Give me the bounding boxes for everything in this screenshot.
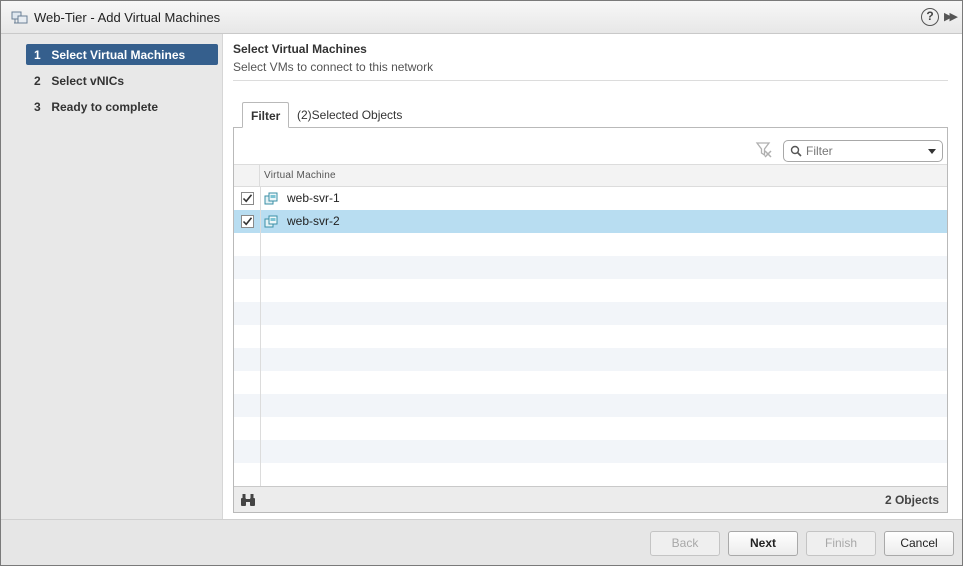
dialog-title: Web-Tier - Add Virtual Machines bbox=[34, 10, 221, 25]
vm-name: web-svr-1 bbox=[287, 191, 340, 205]
wizard-steps: 1 Select Virtual Machines 2 Select vNICs… bbox=[1, 34, 223, 519]
vm-icon bbox=[264, 192, 278, 205]
tab-selected-objects[interactable]: (2)Selected Objects bbox=[289, 102, 410, 128]
step-number: 1 bbox=[34, 48, 41, 62]
filter-combo[interactable] bbox=[783, 140, 943, 162]
main-panel: Select Virtual Machines Select VMs to co… bbox=[233, 34, 948, 519]
row-checkbox[interactable] bbox=[241, 192, 254, 205]
help-button[interactable]: ? bbox=[921, 8, 939, 26]
row-checkbox[interactable] bbox=[241, 215, 254, 228]
title-bar: Web-Tier - Add Virtual Machines ? ▶▶ bbox=[1, 1, 962, 34]
page-subtitle: Select VMs to connect to this network bbox=[233, 60, 434, 74]
checkbox-column-header bbox=[234, 165, 260, 186]
grid-header: Virtual Machine bbox=[234, 164, 947, 187]
next-button[interactable]: Next bbox=[728, 531, 798, 556]
empty-row bbox=[234, 233, 947, 256]
back-button[interactable]: Back bbox=[650, 531, 720, 556]
step-select-virtual-machines[interactable]: 1 Select Virtual Machines bbox=[26, 44, 218, 65]
step-label: Select vNICs bbox=[51, 74, 125, 88]
network-icon bbox=[11, 10, 29, 26]
step-number: 2 bbox=[34, 74, 41, 88]
table-row[interactable]: web-svr-1 bbox=[234, 187, 947, 210]
cancel-button[interactable]: Cancel bbox=[884, 531, 954, 556]
empty-row bbox=[234, 440, 947, 463]
step-label: Select Virtual Machines bbox=[51, 48, 186, 62]
empty-row bbox=[234, 348, 947, 371]
page-title: Select Virtual Machines bbox=[233, 42, 367, 56]
expand-icon[interactable]: ▶▶ bbox=[944, 10, 958, 23]
empty-row bbox=[234, 371, 947, 394]
chevron-down-icon[interactable] bbox=[928, 149, 936, 154]
grid-toolbar bbox=[234, 128, 947, 164]
add-vms-dialog: Web-Tier - Add Virtual Machines ? ▶▶ 1 S… bbox=[0, 0, 963, 566]
object-count: 2 Objects bbox=[884, 493, 939, 507]
vm-icon bbox=[264, 215, 278, 228]
empty-row bbox=[234, 463, 947, 486]
vm-name: web-svr-2 bbox=[287, 214, 340, 228]
tab-filter[interactable]: Filter bbox=[242, 102, 290, 128]
step-label: Ready to complete bbox=[51, 100, 159, 114]
empty-row bbox=[234, 325, 947, 348]
vm-grid: Virtual Machine web-svr-1 bbox=[233, 127, 948, 513]
grid-rows: web-svr-1 web-svr-2 bbox=[234, 187, 947, 486]
column-divider bbox=[260, 187, 261, 486]
clear-filter-icon[interactable] bbox=[755, 141, 773, 159]
button-bar: Back Next Finish Cancel bbox=[1, 519, 962, 565]
filter-input[interactable] bbox=[806, 143, 916, 159]
column-header-virtual-machine[interactable]: Virtual Machine bbox=[264, 170, 336, 181]
step-ready-to-complete[interactable]: 3 Ready to complete bbox=[26, 96, 218, 117]
step-number: 3 bbox=[34, 100, 41, 114]
binoculars-icon[interactable] bbox=[240, 493, 256, 507]
table-row[interactable]: web-svr-2 bbox=[234, 210, 947, 233]
grid-footer: 2 Objects bbox=[234, 486, 947, 512]
empty-row bbox=[234, 302, 947, 325]
search-icon bbox=[790, 145, 802, 157]
empty-row bbox=[234, 256, 947, 279]
empty-row bbox=[234, 417, 947, 440]
empty-row bbox=[234, 279, 947, 302]
divider bbox=[233, 80, 948, 81]
finish-button[interactable]: Finish bbox=[806, 531, 876, 556]
empty-row bbox=[234, 394, 947, 417]
step-select-vnics[interactable]: 2 Select vNICs bbox=[26, 70, 218, 91]
